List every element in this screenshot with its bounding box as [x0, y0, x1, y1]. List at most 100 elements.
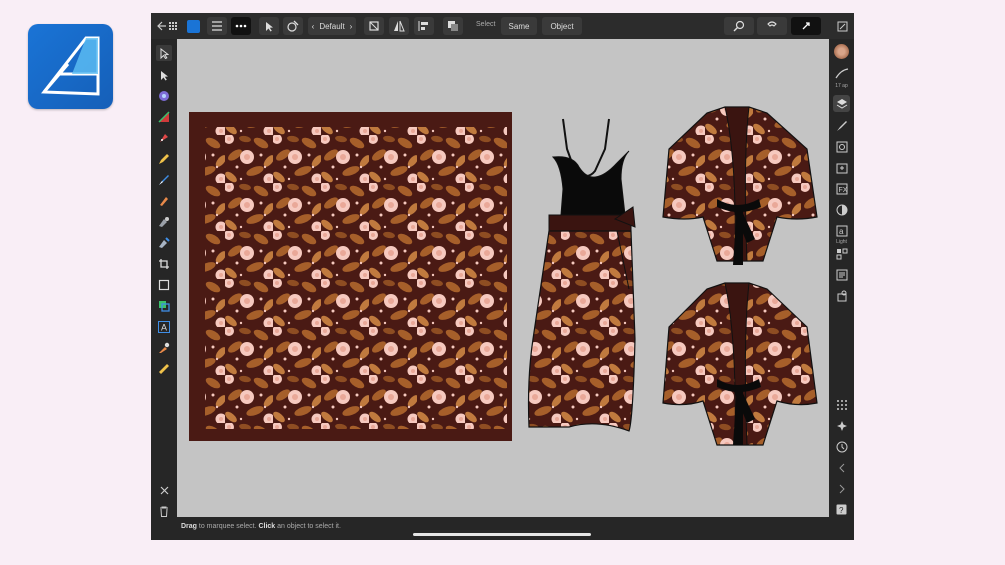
select-same-button[interactable]: Same — [501, 17, 537, 35]
pixel-brush-tool[interactable] — [156, 193, 172, 209]
back-button[interactable] — [155, 17, 179, 35]
brush-icon — [159, 91, 169, 101]
app-icon — [186, 19, 200, 33]
brush-size-label: 17 ap — [835, 83, 848, 89]
flip-icon — [394, 20, 405, 32]
smudge-icon — [159, 217, 169, 227]
shape-builder-tool[interactable] — [156, 235, 172, 251]
text-icon: A — [158, 321, 170, 333]
snapping-button[interactable] — [757, 17, 787, 35]
chevron-left-icon — [838, 463, 844, 472]
fill-tool[interactable] — [156, 109, 172, 125]
hint-text-drag: to marquee select. — [196, 523, 259, 530]
zoom-button[interactable] — [724, 17, 754, 35]
constraints-button[interactable] — [791, 17, 821, 35]
help-icon: ? — [836, 504, 847, 515]
affinity-designer-window: ‹ Default › Select Same Object A 17 ap F… — [151, 13, 854, 540]
boolean-button[interactable] — [443, 17, 463, 35]
select-object-button[interactable]: Object — [542, 17, 582, 35]
stock-button[interactable] — [833, 266, 850, 283]
kimono-mockup-top[interactable] — [662, 106, 818, 265]
grid-icon — [836, 399, 847, 410]
layers-button[interactable] — [833, 95, 850, 112]
align-icon — [418, 21, 428, 31]
chevron-left-icon[interactable]: ‹ — [312, 22, 315, 31]
color-picker-tool[interactable] — [156, 340, 172, 356]
navigator-button[interactable] — [833, 417, 850, 434]
effects-button[interactable]: FX — [833, 180, 850, 197]
pen-tool[interactable] — [156, 130, 172, 146]
transform-button[interactable] — [364, 17, 384, 35]
constraints-icon — [802, 22, 810, 30]
app-logo-icon — [28, 24, 113, 109]
artboard-svg — [189, 106, 818, 446]
svg-text:FX: FX — [838, 187, 847, 194]
document-canvas[interactable] — [177, 39, 829, 517]
preset-selector[interactable]: ‹ Default › — [308, 17, 356, 35]
color-swatch-button[interactable] — [833, 43, 850, 60]
kimono-mockup-bottom[interactable] — [662, 282, 818, 446]
move-tool-button[interactable] — [259, 17, 279, 35]
undo-button[interactable] — [833, 459, 850, 476]
node-pointer-icon — [161, 70, 168, 80]
paint-brush-tool[interactable] — [156, 172, 172, 188]
eyedropper-icon — [159, 342, 170, 353]
symbols-button[interactable] — [833, 245, 850, 262]
brushes-button[interactable] — [833, 117, 850, 134]
pencil-tool[interactable] — [156, 151, 172, 167]
text-tool[interactable]: A — [156, 319, 172, 335]
dress-mockup[interactable] — [527, 118, 636, 432]
shape-builder-icon — [159, 237, 170, 248]
more-button[interactable] — [231, 17, 251, 35]
redo-button[interactable] — [833, 480, 850, 497]
appearance-button[interactable] — [833, 138, 850, 155]
home-indicator[interactable] — [413, 533, 591, 536]
stroke-button[interactable] — [833, 65, 850, 82]
chevron-right-icon[interactable]: › — [350, 22, 353, 31]
symbols-icon — [836, 248, 847, 259]
help-button[interactable]: ? — [833, 501, 850, 518]
text-styles-icon: a — [836, 225, 847, 236]
status-bar: Drag to marquee select. Click an object … — [151, 517, 854, 540]
assets-button[interactable] — [833, 287, 850, 304]
svg-text:?: ? — [839, 506, 844, 515]
move-tool[interactable] — [156, 45, 172, 61]
node-tool[interactable] — [156, 67, 172, 83]
pixel-brush-icon — [160, 197, 168, 206]
object-label: Object — [550, 21, 574, 31]
grid-snap-button[interactable] — [833, 396, 850, 413]
collapse-button[interactable] — [834, 17, 850, 35]
collapse-icon — [837, 21, 847, 31]
close-icon — [160, 486, 168, 494]
crop-tool[interactable] — [156, 256, 172, 272]
transform-panel-icon — [836, 163, 847, 173]
align-button[interactable] — [414, 17, 434, 35]
adjustments-icon — [836, 204, 847, 215]
rectangle-tool[interactable] — [156, 277, 172, 293]
navigator-icon — [836, 420, 847, 431]
flip-button[interactable] — [389, 17, 409, 35]
move-tool-icon — [266, 21, 273, 31]
rectangle-icon — [158, 279, 170, 291]
shapes-tool[interactable] — [156, 298, 172, 314]
measure-tool[interactable] — [156, 361, 172, 377]
trash-icon — [160, 506, 168, 517]
history-button[interactable] — [833, 438, 850, 455]
main-menu-button[interactable] — [207, 17, 227, 35]
stock-icon — [836, 269, 847, 280]
transform-panel-button[interactable] — [833, 159, 850, 176]
zoom-icon — [733, 20, 745, 32]
svg-text:A: A — [161, 323, 167, 333]
text-styles-button[interactable]: a — [833, 222, 850, 239]
smudge-tool[interactable] — [156, 214, 172, 230]
context-hint: Drag to marquee select. Click an object … — [181, 523, 341, 530]
adjustments-button[interactable] — [833, 201, 850, 218]
same-label: Same — [508, 21, 530, 31]
vector-brush-tool[interactable] — [156, 88, 172, 104]
node-tool-button[interactable] — [283, 17, 303, 35]
top-toolbar: ‹ Default › Select Same Object — [151, 13, 854, 39]
hamburger-icon — [212, 21, 222, 31]
close-tool-button[interactable] — [156, 482, 172, 498]
color-swatch — [834, 44, 849, 59]
persona-button[interactable] — [185, 17, 201, 35]
